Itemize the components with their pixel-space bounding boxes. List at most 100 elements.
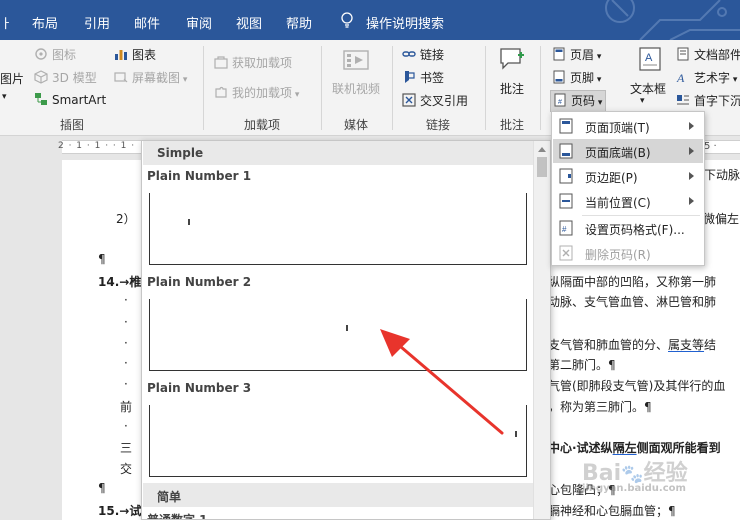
smartart-button[interactable]: SmartArt	[34, 92, 106, 107]
tab-mailings[interactable]: 邮件	[134, 13, 160, 32]
scrollbar-thumb[interactable]	[537, 157, 547, 177]
ribbon-separator	[203, 46, 204, 130]
doc-text: 动脉、支气管血管、淋巴管和肺	[548, 295, 717, 309]
chart-label: 图表	[132, 48, 157, 62]
paw-icon: 🐾	[621, 464, 644, 485]
online-video-button[interactable]: 联机视频	[332, 80, 380, 97]
menu-item-bottom-of-page[interactable]: 页面底端(B)	[553, 139, 703, 163]
wordart-label: 艺术字	[694, 71, 731, 85]
pictures-button[interactable]: 图片	[0, 70, 24, 87]
screenshot-button[interactable]: 屏幕截图 ▾	[114, 69, 187, 86]
textbox-dropdown-arrow[interactable]: ▾	[640, 96, 645, 106]
doc-text: 纵隔面中部的凹陷，又称第一肺	[548, 275, 717, 289]
menu-bar: ㅏ 布局 引用 邮件 审阅 视图 帮助 操作说明搜索	[0, 0, 740, 40]
cube-icon	[34, 70, 48, 84]
doc-text: 三	[120, 441, 133, 455]
bookmark-icon	[405, 71, 415, 83]
menu-item-remove-page-numbers[interactable]: 删除页码(R)	[553, 241, 703, 265]
online-video-icon	[343, 50, 369, 70]
doc-bullet: ·	[124, 377, 128, 391]
smartart-icon	[35, 93, 47, 105]
screenshot-icon	[114, 72, 128, 83]
doc-text-run: 中心·试述纵	[548, 441, 613, 455]
link-button[interactable]: 链接	[402, 46, 444, 63]
watermark-url: jingyan.baidu.com	[582, 483, 686, 494]
gallery-scrollbar[interactable]	[533, 141, 550, 519]
ruler-marks: 2 · 1 · 1 · · 1 ·	[58, 141, 136, 151]
doc-text: 交	[120, 462, 133, 476]
my-addins-button[interactable]: 我的加载项 ▾	[214, 84, 299, 101]
icons-label: 图标	[52, 48, 77, 62]
tab-references[interactable]: 引用	[84, 13, 110, 32]
tab-help[interactable]: 帮助	[286, 13, 312, 32]
doc-text: 第二肺门。¶	[548, 358, 616, 372]
lightbulb-icon	[341, 12, 353, 28]
puzzle-icon	[215, 86, 227, 98]
menu-item-label: 页面顶端(T)	[585, 121, 650, 135]
footer-button[interactable]: 页脚 ▾	[552, 69, 601, 86]
cross-reference-icon	[402, 93, 416, 107]
tell-me-search[interactable]: 操作说明搜索	[366, 13, 444, 32]
submenu-arrow-icon	[689, 172, 694, 180]
pictures-dropdown-arrow[interactable]: ▾	[2, 92, 7, 102]
menu-item-label: 页面底端(B)	[585, 146, 651, 160]
doc-text: 微偏左	[703, 212, 740, 226]
header-button[interactable]: 页眉 ▾	[552, 46, 601, 63]
menu-item-label: 删除页码(R)	[585, 248, 651, 262]
page-margins-icon	[559, 168, 573, 184]
scroll-up-icon[interactable]	[538, 147, 546, 152]
doc-text: 下动脉	[704, 168, 740, 182]
doc-heading: 14.→椎	[98, 275, 142, 289]
tab-review[interactable]: 审阅	[186, 13, 212, 32]
gallery-item-plain-number-1[interactable]	[149, 193, 527, 265]
format-page-numbers-icon: #	[559, 220, 573, 236]
doc-heading: 15.→试	[98, 504, 142, 518]
gallery-item-label: Plain Number 2	[147, 275, 252, 289]
svg-text:A: A	[645, 52, 653, 64]
current-position-icon	[559, 193, 573, 209]
icons-button[interactable]: 图标	[34, 46, 76, 63]
menu-item-page-margins[interactable]: 页边距(P)	[553, 164, 703, 188]
gallery-section-header: Simple	[143, 141, 533, 165]
dropcap-button[interactable]: 首字下沉	[676, 92, 740, 109]
group-label-illustrations: 插图	[60, 118, 85, 132]
page-number-label: 页码	[571, 94, 596, 108]
wordart-button[interactable]: A 艺术字 ▾	[676, 69, 737, 86]
menu-item-top-of-page[interactable]: 页面顶端(T)	[553, 114, 703, 138]
cross-reference-button[interactable]: 交叉引用	[402, 92, 468, 109]
page-number-button[interactable]: # 页码 ▾	[550, 90, 607, 112]
menu-item-current-position[interactable]: 当前位置(C)	[553, 189, 703, 213]
my-addins-label: 我的加载项	[232, 86, 293, 100]
ribbon-separator	[485, 46, 486, 130]
footer-label: 页脚	[570, 71, 595, 85]
doc-bullet: ·	[124, 336, 128, 350]
chart-button[interactable]: 图表	[114, 46, 156, 63]
get-addins-button[interactable]: 获取加载项	[214, 54, 292, 71]
menu-item-format-page-numbers[interactable]: # 设置页码格式(F)...	[553, 216, 703, 240]
smartart-label: SmartArt	[52, 93, 107, 107]
quick-parts-button[interactable]: 文档部件	[676, 46, 740, 63]
new-comment-button[interactable]: 批注	[500, 80, 524, 97]
cross-reference-label: 交叉引用	[420, 94, 469, 108]
gallery-section-header: 简单	[143, 483, 533, 507]
top-of-page-icon	[559, 118, 573, 134]
link-icon	[402, 51, 416, 57]
dropcap-icon	[677, 95, 689, 105]
doc-bullet: ·	[124, 293, 128, 307]
tab-layout[interactable]: 布局	[32, 13, 58, 32]
ribbon-separator	[392, 46, 393, 130]
page-number-menu: 页面顶端(T) 页面底端(B) 页边距(P) 当前位置(C) # 设置页码格式(…	[551, 111, 705, 266]
tab-insert-partial[interactable]: ㅏ	[0, 13, 12, 32]
menu-item-label: 设置页码格式(F)...	[585, 223, 685, 237]
page-number-marker	[346, 325, 348, 331]
gallery-item-label: Plain Number 3	[147, 381, 252, 395]
menu-item-label: 页边距(P)	[585, 171, 638, 185]
tab-view[interactable]: 视图	[236, 13, 262, 32]
bookmark-button[interactable]: 书签	[402, 69, 444, 86]
textbox-button[interactable]: 文本框	[630, 80, 666, 97]
submenu-arrow-icon	[689, 122, 694, 130]
ribbon-separator	[540, 46, 541, 130]
3d-models-button[interactable]: 3D 模型	[34, 69, 97, 86]
doc-text: 2）	[116, 212, 136, 226]
header-icon	[553, 47, 565, 61]
